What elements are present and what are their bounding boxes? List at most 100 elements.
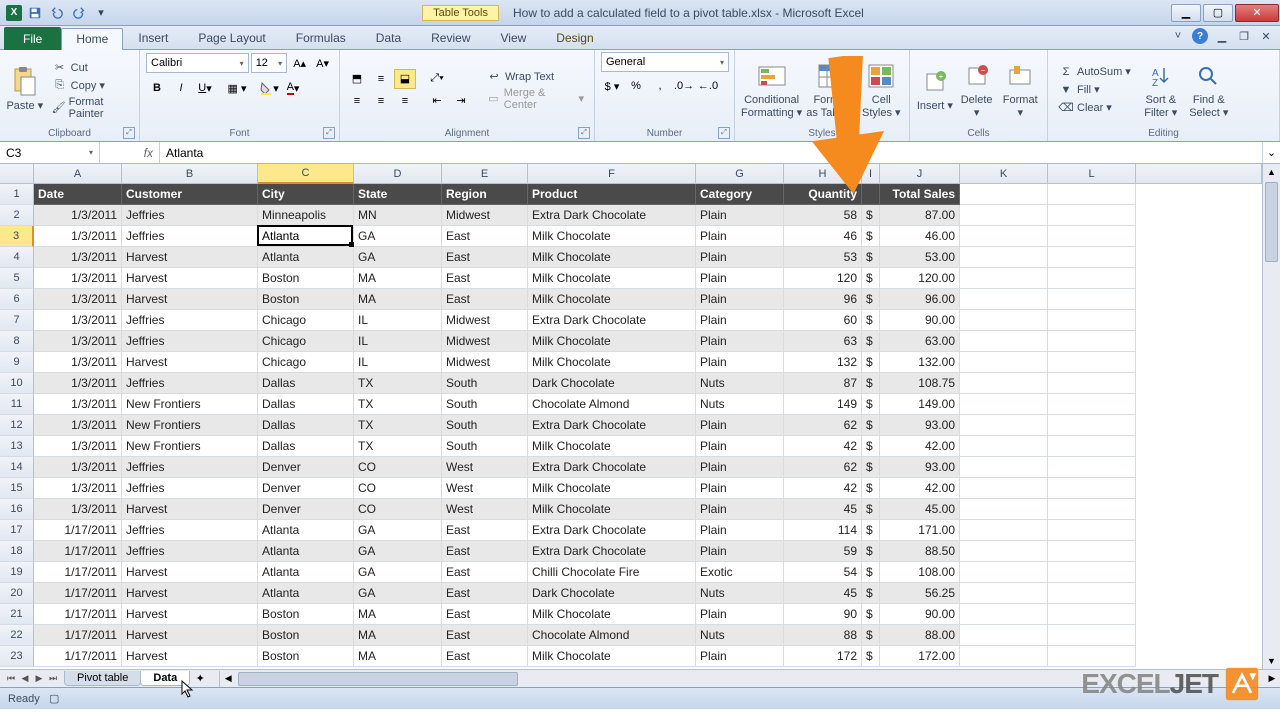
cell[interactable]: 93.00 xyxy=(880,415,960,436)
cell[interactable]: 46 xyxy=(784,226,862,247)
tab-view[interactable]: View xyxy=(486,27,542,49)
cell[interactable]: Nuts xyxy=(696,583,784,604)
font-launcher-icon[interactable]: ⤢ xyxy=(323,127,335,139)
cell[interactable]: 149 xyxy=(784,394,862,415)
row-header-23[interactable]: 23 xyxy=(0,646,34,667)
cell[interactable]: $ xyxy=(862,268,880,289)
cell[interactable]: Extra Dark Chocolate xyxy=(528,415,696,436)
column-header-L[interactable]: L xyxy=(1048,164,1136,184)
cell[interactable]: 172.00 xyxy=(880,646,960,667)
cell[interactable]: TX xyxy=(354,436,442,457)
cell[interactable]: $ xyxy=(862,478,880,499)
decrease-indent-icon[interactable]: ⇤ xyxy=(426,91,448,111)
cell[interactable]: IL xyxy=(354,352,442,373)
cell[interactable]: $ xyxy=(862,646,880,667)
cell[interactable]: Jeffries xyxy=(122,541,258,562)
cell[interactable] xyxy=(960,499,1048,520)
cell[interactable]: 90.00 xyxy=(880,310,960,331)
row-header-9[interactable]: 9 xyxy=(0,352,34,373)
cell[interactable]: Plain xyxy=(696,247,784,268)
scroll-right-icon[interactable]: ▶ xyxy=(1264,671,1280,687)
cell[interactable] xyxy=(1048,226,1136,247)
cell[interactable] xyxy=(960,583,1048,604)
decrease-decimal-icon[interactable]: ←.0 xyxy=(697,76,719,96)
format-painter-button[interactable]: 🖌Format Painter xyxy=(48,95,133,121)
column-header-G[interactable]: G xyxy=(696,164,784,184)
tab-design[interactable]: Design xyxy=(541,27,608,49)
cell[interactable]: Plain xyxy=(696,352,784,373)
cell[interactable]: $ xyxy=(862,352,880,373)
cell[interactable]: 1/3/2011 xyxy=(34,478,122,499)
row-header-22[interactable]: 22 xyxy=(0,625,34,646)
cell[interactable]: 1/17/2011 xyxy=(34,625,122,646)
cell[interactable]: Jeffries xyxy=(122,226,258,247)
cell[interactable] xyxy=(1048,352,1136,373)
cell[interactable]: Dallas xyxy=(258,373,354,394)
cell[interactable]: 172 xyxy=(784,646,862,667)
cell[interactable]: West xyxy=(442,457,528,478)
header-cell[interactable]: Customer xyxy=(122,184,258,205)
cell[interactable]: $ xyxy=(862,394,880,415)
cell[interactable]: $ xyxy=(862,520,880,541)
cell[interactable]: Extra Dark Chocolate xyxy=(528,457,696,478)
select-all-corner[interactable] xyxy=(0,164,34,184)
cell[interactable]: 45 xyxy=(784,499,862,520)
cell[interactable]: Plain xyxy=(696,436,784,457)
cell[interactable]: 58 xyxy=(784,205,862,226)
cell[interactable]: Milk Chocolate xyxy=(528,331,696,352)
cell[interactable]: 90.00 xyxy=(880,604,960,625)
cell[interactable]: MA xyxy=(354,268,442,289)
cell[interactable]: Nuts xyxy=(696,394,784,415)
font-size-select[interactable]: 12▾ xyxy=(251,53,287,73)
cell[interactable]: Plain xyxy=(696,646,784,667)
cell[interactable]: $ xyxy=(862,289,880,310)
cell[interactable]: Plain xyxy=(696,604,784,625)
cell[interactable]: 62 xyxy=(784,457,862,478)
cell[interactable] xyxy=(960,268,1048,289)
cell[interactable]: 108.75 xyxy=(880,373,960,394)
cell[interactable]: Harvest xyxy=(122,604,258,625)
borders-button[interactable]: ▦ ▾ xyxy=(226,78,248,98)
cell[interactable]: 45.00 xyxy=(880,499,960,520)
cell[interactable]: 1/3/2011 xyxy=(34,247,122,268)
cell[interactable]: 1/3/2011 xyxy=(34,226,122,247)
cell[interactable]: CO xyxy=(354,478,442,499)
vertical-scrollbar[interactable]: ▲ ▼ xyxy=(1262,164,1280,669)
cell[interactable]: 1/3/2011 xyxy=(34,331,122,352)
header-cell[interactable]: Region xyxy=(442,184,528,205)
cell[interactable]: 1/17/2011 xyxy=(34,604,122,625)
cell[interactable]: Atlanta xyxy=(258,226,354,247)
cell[interactable]: Plain xyxy=(696,457,784,478)
tab-home[interactable]: Home xyxy=(61,28,123,50)
italic-button[interactable]: I xyxy=(170,78,192,98)
cell[interactable]: East xyxy=(442,583,528,604)
cell[interactable]: Milk Chocolate xyxy=(528,646,696,667)
tab-page-layout[interactable]: Page Layout xyxy=(183,27,280,49)
cell[interactable]: $ xyxy=(862,226,880,247)
row-header-14[interactable]: 14 xyxy=(0,457,34,478)
cell[interactable]: CO xyxy=(354,457,442,478)
font-color-button[interactable]: A▾ xyxy=(282,78,304,98)
cell[interactable]: Plain xyxy=(696,268,784,289)
row-header-13[interactable]: 13 xyxy=(0,436,34,457)
cell[interactable]: Midwest xyxy=(442,205,528,226)
cell[interactable]: $ xyxy=(862,604,880,625)
cell[interactable]: Milk Chocolate xyxy=(528,247,696,268)
currency-icon[interactable]: $ ▾ xyxy=(601,76,623,96)
cell[interactable]: Extra Dark Chocolate xyxy=(528,205,696,226)
align-center-icon[interactable]: ≡ xyxy=(370,91,392,111)
cell[interactable]: 1/3/2011 xyxy=(34,436,122,457)
cell[interactable]: 132.00 xyxy=(880,352,960,373)
orientation-icon[interactable]: ⤢▾ xyxy=(426,69,448,89)
scroll-left-icon[interactable]: ◀ xyxy=(220,671,236,687)
fill-color-button[interactable]: ▾ xyxy=(258,78,280,98)
cell[interactable]: Plain xyxy=(696,541,784,562)
cell[interactable]: South xyxy=(442,436,528,457)
cell[interactable] xyxy=(960,373,1048,394)
align-top-icon[interactable]: ⬒ xyxy=(346,69,368,89)
workbook-close-icon[interactable]: ✕ xyxy=(1258,28,1274,44)
cell[interactable]: 1/3/2011 xyxy=(34,457,122,478)
format-cells-button[interactable]: Format ▾ xyxy=(999,57,1041,123)
cell[interactable]: 87 xyxy=(784,373,862,394)
cell[interactable]: 56.25 xyxy=(880,583,960,604)
